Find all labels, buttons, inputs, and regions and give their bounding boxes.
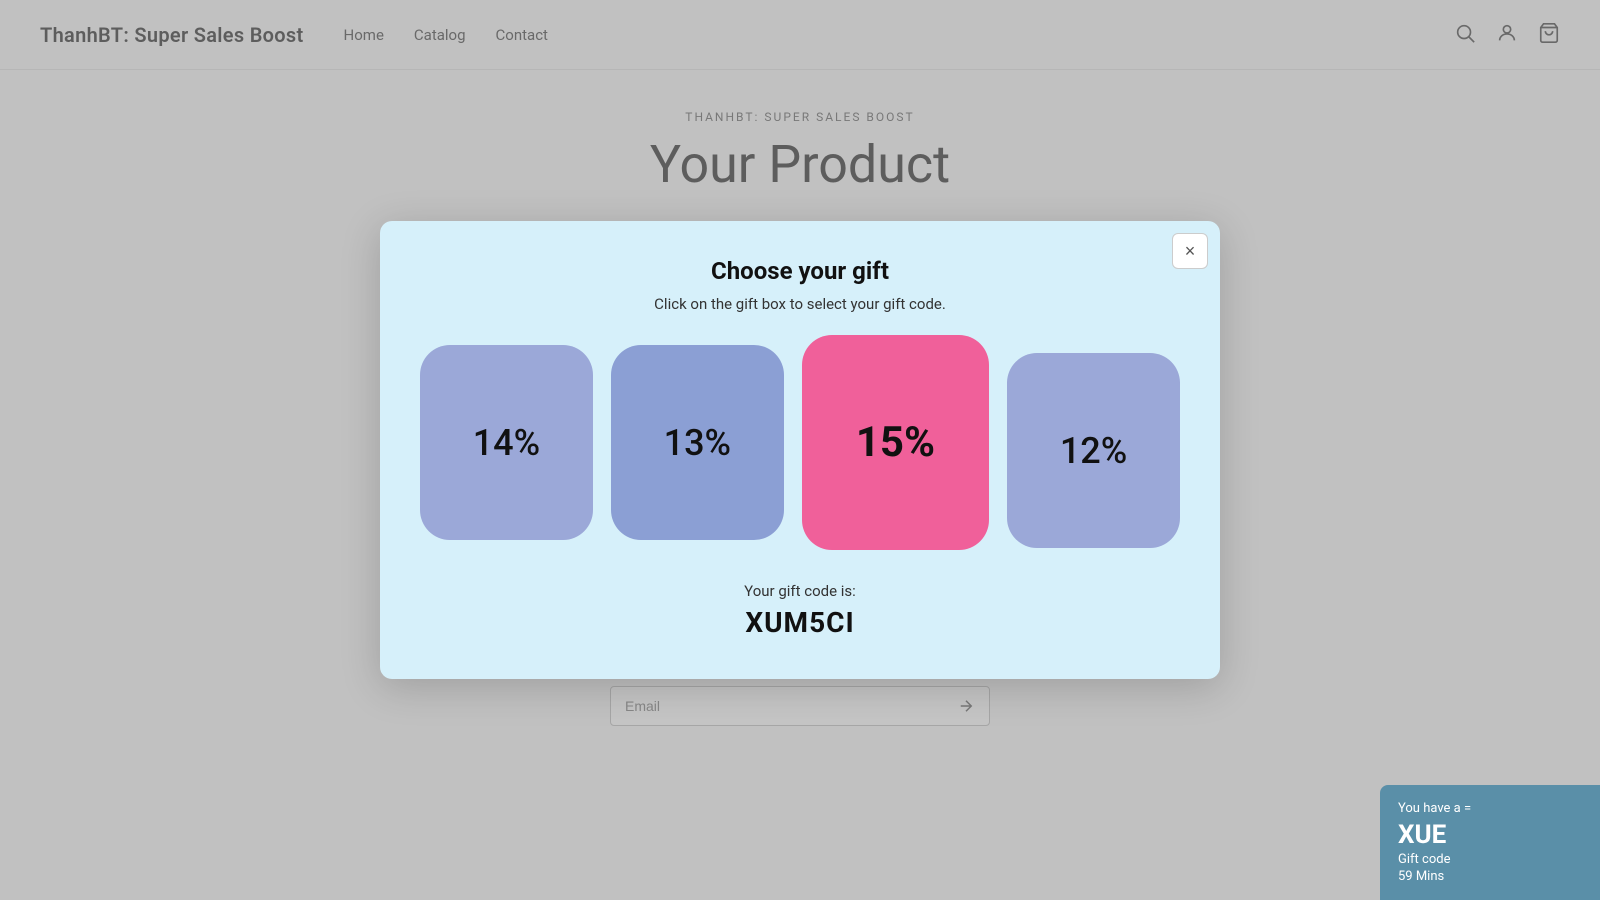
corner-notification: You have a = XUE Gift code 59 Mins xyxy=(1380,785,1600,900)
gift-boxes-row: 14% 13% 15% 12% xyxy=(420,345,1180,550)
modal-subtitle: Click on the gift box to select your gif… xyxy=(420,295,1180,313)
gift-box-4[interactable]: 12% xyxy=(1007,353,1180,548)
corner-notif-label: Gift code xyxy=(1398,852,1582,867)
corner-notif-timer: 59 Mins xyxy=(1398,869,1582,884)
corner-notif-code: XUE xyxy=(1398,820,1582,850)
gift-box-1-value: 14% xyxy=(473,422,540,464)
gift-box-2-value: 13% xyxy=(664,422,731,464)
gift-box-4-value: 12% xyxy=(1060,430,1127,472)
gift-code-label: Your gift code is: xyxy=(420,582,1180,600)
gift-box-2[interactable]: 13% xyxy=(611,345,784,540)
gift-box-1[interactable]: 14% xyxy=(420,345,593,540)
modal-close-button[interactable]: × xyxy=(1172,233,1208,269)
gift-code-value: XUM5CI xyxy=(420,606,1180,639)
gift-box-3[interactable]: 15% xyxy=(802,335,989,550)
gift-box-3-value: 15% xyxy=(856,418,935,467)
gift-modal: × Choose your gift Click on the gift box… xyxy=(380,221,1220,679)
corner-notif-top-text: You have a = xyxy=(1398,801,1582,816)
modal-title: Choose your gift xyxy=(420,257,1180,285)
